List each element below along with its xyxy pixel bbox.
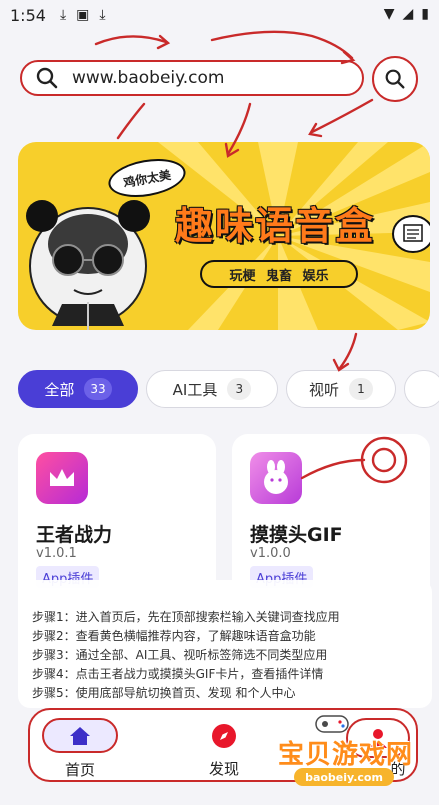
tab-all[interactable]: 全部 33 — [18, 370, 138, 408]
tab-ai-tools-label: AI工具 — [172, 380, 218, 399]
app-version: v1.0.1 — [36, 546, 77, 561]
tab-all-count: 33 — [84, 378, 112, 400]
tab-audio-video-label: 视听 — [308, 380, 339, 399]
arrow-to-tabs — [338, 332, 358, 370]
step-line: 步骤2：查看黄色横幅推荐内容，了解趣味语音盒功能 — [32, 629, 316, 643]
nav-discover-label: 发现 — [208, 760, 239, 778]
status-bar: 1:54 ⤓ ▣ ⤓ ▼ ◢ ▮ — [0, 0, 439, 30]
watermark-name: 宝贝游戏网 — [278, 740, 414, 770]
tab-ai-tools[interactable]: AI工具 3 — [146, 370, 278, 408]
signal-icon: ◢ — [402, 6, 414, 22]
arrow-down-1 — [116, 102, 146, 140]
tab-all-label: 全部 — [44, 380, 75, 399]
app-name: 王者战力 — [36, 524, 113, 546]
search-button-icon — [383, 67, 407, 91]
home-icon — [70, 726, 90, 745]
panda-meme-image — [26, 200, 150, 330]
notification-a-icon: ▣ — [76, 7, 90, 23]
watermark-url: baobeiy.com — [294, 768, 394, 786]
status-time: 1:54 — [10, 5, 46, 25]
tab-audio-video-count: 1 — [349, 378, 373, 400]
arrow-to-tabs-head — [332, 358, 350, 372]
nav-home[interactable]: 首页 — [32, 710, 128, 780]
search-bar[interactable] — [20, 60, 364, 96]
step-line: 步骤3：通过全部、AI工具、视听标签筛选不同类型应用 — [32, 648, 328, 662]
download-icon: ⤓ — [59, 7, 67, 23]
promo-banner[interactable]: 鸡你太美 趣味语音盒 玩梗 鬼畜 娱乐 — [18, 142, 430, 330]
steps-overlay: 步骤1：进入首页后，先在顶部搜索栏输入关键词查找应用 步骤2：查看黄色横幅推荐内… — [18, 580, 432, 708]
tab-audio-video[interactable]: 视听 1 — [286, 370, 396, 408]
arrow-down-3 — [310, 98, 374, 134]
tab-more[interactable] — [404, 370, 439, 408]
gamepad-icon — [315, 715, 349, 733]
search-input[interactable] — [72, 68, 332, 88]
banner-subtitle: 玩梗 鬼畜 娱乐 — [200, 260, 358, 288]
bunny-icon — [250, 452, 302, 504]
category-tabs: 全部 33 AI工具 3 视听 1 — [18, 370, 439, 408]
watermark-logo: 宝贝游戏网 baobeiy.com — [268, 712, 424, 786]
search-icon — [34, 65, 60, 91]
app-version: v1.0.0 — [250, 546, 291, 561]
arrow-to-search-button — [210, 30, 354, 60]
arrow-top-head — [156, 34, 171, 50]
download-icon-2: ⤓ — [99, 7, 106, 23]
compass-icon — [208, 720, 240, 752]
step-line: 步骤1：进入首页后，先在顶部搜索栏输入关键词查找应用 — [32, 610, 340, 624]
search-button[interactable] — [372, 56, 418, 102]
arrow-top — [94, 35, 168, 46]
nav-discover[interactable]: 发现 — [176, 710, 272, 780]
step-line: 步骤5：使用底部导航切换首页、发现 和个人中心 — [32, 686, 296, 700]
banner-title: 趣味语音盒 — [174, 203, 375, 248]
speech-bubble-icon — [392, 215, 430, 253]
app-name: 摸摸头GIF — [250, 524, 343, 546]
wifi-icon: ▼ — [383, 6, 395, 22]
tab-ai-tools-count: 3 — [227, 378, 252, 400]
crown-icon — [36, 452, 88, 504]
battery-icon: ▮ — [421, 6, 429, 22]
arrow-down-3-head — [308, 122, 323, 138]
step-line: 步骤4：点击王者战力或摸摸头GIF卡片，查看插件详情 — [32, 667, 324, 681]
nav-home-pill — [42, 718, 118, 753]
nav-home-label: 首页 — [64, 761, 95, 779]
